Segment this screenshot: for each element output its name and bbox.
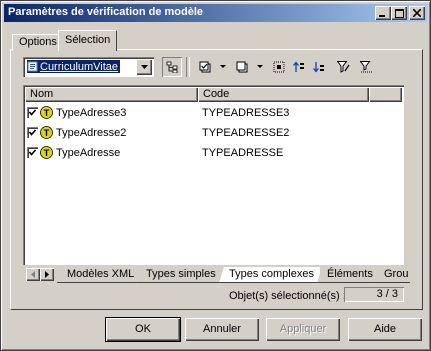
deselect-dropdown[interactable] <box>257 65 263 68</box>
row-code: TYPEADRESSE <box>202 147 284 159</box>
combo-dropdown-button[interactable] <box>136 59 152 75</box>
hierarchy-button[interactable] <box>162 57 182 77</box>
bottom-tab-elements[interactable]: Éléments <box>317 267 379 283</box>
model-combo-value: CurriculumVitae <box>27 60 121 73</box>
complex-type-icon: T <box>40 106 53 119</box>
arrow-left-icon <box>31 271 35 278</box>
arrow-right-icon <box>45 271 49 278</box>
bottom-tab-label: Types complexes <box>229 268 314 280</box>
tab-selection-label: Sélection <box>65 34 111 46</box>
bottom-tab-label: Modèles XML <box>67 268 135 280</box>
object-grid[interactable]: Nom Code T TypeAdresse3 TYPEADRESSE3 T T… <box>23 85 404 265</box>
tab-options[interactable]: Options <box>12 34 64 51</box>
row-name: TypeAdresse3 <box>56 107 127 119</box>
hierarchy-icon <box>166 61 178 73</box>
row-name: TypeAdresse <box>56 147 121 159</box>
bottom-tab-modeles-xml[interactable]: Modèles XML <box>57 267 141 283</box>
complex-type-icon: T <box>40 146 53 159</box>
help-button[interactable]: Aide <box>348 318 422 341</box>
dialog-window: Paramètres de vérification de modèle Opt… <box>0 0 431 351</box>
toolbar-separator <box>186 57 190 77</box>
column-header-label: Nom <box>30 88 54 100</box>
column-header-filler <box>369 87 402 102</box>
deselect-button[interactable] <box>232 57 252 77</box>
selected-count-value: 3 / 3 <box>344 287 404 302</box>
table-row[interactable]: T TypeAdresse2 TYPEADRESSE2 <box>25 123 402 143</box>
column-header-code[interactable]: Code <box>198 87 369 102</box>
filter-icon <box>337 61 350 73</box>
window-title: Paramètres de vérification de modèle <box>8 6 204 18</box>
move-up-icon <box>293 61 304 72</box>
row-name: TypeAdresse2 <box>56 127 127 139</box>
deselect-icon <box>236 61 248 73</box>
column-header-label: Code <box>203 88 230 100</box>
move-up-button[interactable] <box>289 57 309 77</box>
select-tool-button[interactable] <box>269 57 289 77</box>
maximize-button[interactable] <box>391 6 407 20</box>
column-header-nom[interactable]: Nom <box>25 87 198 102</box>
svg-text:T: T <box>44 148 50 158</box>
tab-scroll-right-button[interactable] <box>40 268 54 281</box>
bottom-tab-label: Éléments <box>327 268 373 280</box>
bottom-tab-types-simples[interactable]: Types simples <box>136 267 222 283</box>
select-all-icon <box>199 61 211 73</box>
cancel-button-label: Annuler <box>203 323 241 335</box>
help-button-label: Aide <box>373 323 397 335</box>
filter-clear-icon <box>360 61 373 73</box>
svg-text:T: T <box>44 108 50 118</box>
bottom-tab-label: Grou <box>384 268 409 280</box>
table-row[interactable]: T TypeAdresse TYPEADRESSE <box>25 143 402 163</box>
tab-selection[interactable]: Sélection <box>58 30 118 51</box>
row-checkbox[interactable] <box>27 147 38 158</box>
tab-scroll-left-button[interactable] <box>26 268 40 281</box>
select-all-tool-icon <box>273 61 285 73</box>
svg-text:T: T <box>44 128 50 138</box>
row-code: TYPEADRESSE2 <box>202 127 290 139</box>
chevron-down-icon <box>140 65 148 69</box>
ok-button[interactable]: OK <box>105 317 181 342</box>
selected-count-label: Objet(s) sélectionné(s) : <box>229 290 346 302</box>
close-button[interactable] <box>409 6 425 20</box>
model-combo[interactable]: CurriculumVitae <box>23 57 154 77</box>
row-checkbox[interactable] <box>27 127 38 138</box>
row-code: TYPEADRESSE3 <box>202 107 290 119</box>
table-row[interactable]: T TypeAdresse3 TYPEADRESSE3 <box>25 103 402 123</box>
close-icon <box>413 9 421 17</box>
move-down-icon <box>313 62 324 73</box>
model-combo-text: CurriculumVitae <box>40 60 119 73</box>
apply-button[interactable]: Appliquer <box>266 318 340 341</box>
model-icon <box>27 61 38 72</box>
filter-clear-button[interactable] <box>357 57 377 77</box>
minimize-icon <box>379 15 385 17</box>
checkmark-icon <box>28 109 37 116</box>
minimize-button[interactable] <box>375 6 391 20</box>
select-all-button[interactable] <box>195 57 215 77</box>
complex-type-icon: T <box>40 126 53 139</box>
row-checkbox[interactable] <box>27 107 38 118</box>
tab-options-label: Options <box>19 36 57 48</box>
checkmark-icon <box>28 129 37 136</box>
cancel-button[interactable]: Annuler <box>185 318 259 341</box>
select-all-dropdown[interactable] <box>220 65 226 68</box>
apply-button-label: Appliquer <box>279 323 327 335</box>
move-down-button[interactable] <box>309 57 329 77</box>
bottom-tab-groupes[interactable]: Grou <box>374 267 410 283</box>
maximize-icon <box>394 8 404 18</box>
ok-button-label: OK <box>135 323 151 335</box>
bottom-tab-types-complexes[interactable]: Types complexes <box>219 267 320 283</box>
title-bar[interactable]: Paramètres de vérification de modèle <box>4 4 427 22</box>
checkmark-icon <box>28 149 37 156</box>
bottom-tab-label: Types simples <box>146 268 216 280</box>
filter-button[interactable] <box>334 57 354 77</box>
